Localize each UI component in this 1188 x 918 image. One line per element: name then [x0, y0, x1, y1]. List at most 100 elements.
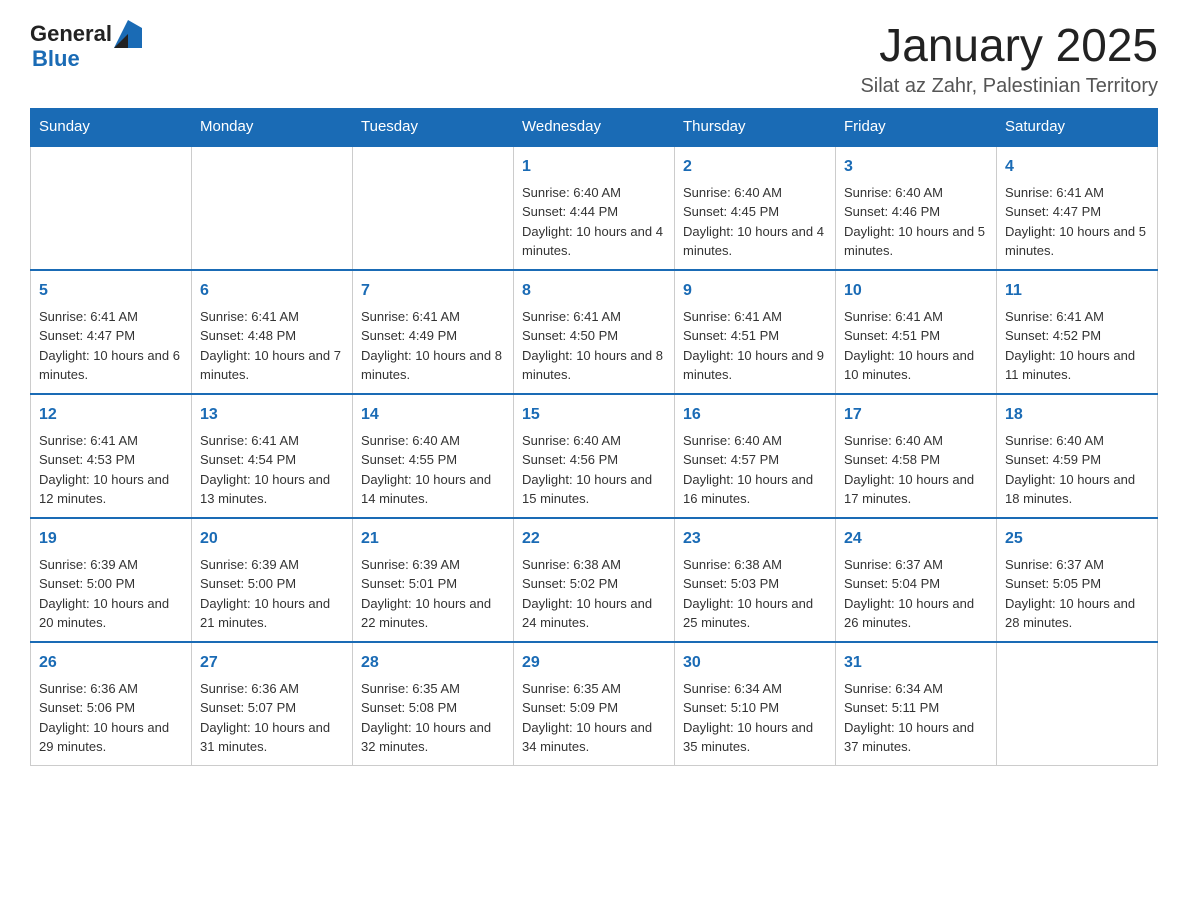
day-number: 20 — [200, 527, 344, 551]
calendar-cell: 28 Sunrise: 6:35 AM Sunset: 5:08 PM Dayli… — [353, 642, 514, 766]
day-info: Sunrise: 6:41 AM Sunset: 4:47 PM Dayligh… — [39, 307, 183, 385]
day-info: Sunrise: 6:40 AM Sunset: 4:56 PM Dayligh… — [522, 431, 666, 509]
calendar-cell: 6 Sunrise: 6:41 AM Sunset: 4:48 PM Daylig… — [192, 270, 353, 394]
day-info: Sunrise: 6:39 AM Sunset: 5:00 PM Dayligh… — [200, 555, 344, 633]
day-info: Sunrise: 6:41 AM Sunset: 4:51 PM Dayligh… — [844, 307, 988, 385]
calendar-cell: 5 Sunrise: 6:41 AM Sunset: 4:47 PM Daylig… — [31, 270, 192, 394]
day-number: 13 — [200, 403, 344, 427]
day-info: Sunrise: 6:41 AM Sunset: 4:50 PM Dayligh… — [522, 307, 666, 385]
day-info: Sunrise: 6:40 AM Sunset: 4:45 PM Dayligh… — [683, 183, 827, 261]
calendar-day-header: Monday — [192, 108, 353, 146]
calendar-cell: 3Sunrise: 6:40 AM Sunset: 4:46 PM Daylig… — [836, 146, 997, 270]
day-info: Sunrise: 6:37 AM Sunset: 5:04 PM Dayligh… — [844, 555, 988, 633]
title-section: January 2025 Silat az Zahr, Palestinian … — [860, 20, 1158, 98]
calendar-cell: 16 Sunrise: 6:40 AM Sunset: 4:57 PM Dayli… — [675, 394, 836, 518]
day-number: 25 — [1005, 527, 1149, 551]
calendar-cell — [31, 146, 192, 270]
logo-text-general: General — [30, 23, 112, 45]
day-number: 31 — [844, 651, 988, 675]
day-number: 12 — [39, 403, 183, 427]
day-number: 28 — [361, 651, 505, 675]
calendar-cell: 12Sunrise: 6:41 AM Sunset: 4:53 PM Dayli… — [31, 394, 192, 518]
calendar-table: SundayMondayTuesdayWednesdayThursdayFrid… — [30, 108, 1158, 766]
day-number: 1 — [522, 155, 666, 179]
day-number: 15 — [522, 403, 666, 427]
day-info: Sunrise: 6:37 AM Sunset: 5:05 PM Dayligh… — [1005, 555, 1149, 633]
day-number: 30 — [683, 651, 827, 675]
calendar-cell: 22Sunrise: 6:38 AM Sunset: 5:02 PM Dayli… — [514, 518, 675, 642]
day-info: Sunrise: 6:35 AM Sunset: 5:09 PM Dayligh… — [522, 679, 666, 757]
calendar-cell: 13 Sunrise: 6:41 AM Sunset: 4:54 PM Dayli… — [192, 394, 353, 518]
calendar-cell: 20 Sunrise: 6:39 AM Sunset: 5:00 PM Dayli… — [192, 518, 353, 642]
day-number: 5 — [39, 279, 183, 303]
day-number: 4 — [1005, 155, 1149, 179]
day-number: 11 — [1005, 279, 1149, 303]
calendar-week-row: 26Sunrise: 6:36 AM Sunset: 5:06 PM Dayli… — [31, 642, 1158, 766]
day-number: 22 — [522, 527, 666, 551]
day-info: Sunrise: 6:40 AM Sunset: 4:57 PM Dayligh… — [683, 431, 827, 509]
logo: General Blue — [30, 20, 142, 70]
logo-icon — [114, 20, 142, 48]
day-number: 2 — [683, 155, 827, 179]
calendar-day-header: Saturday — [997, 108, 1158, 146]
calendar-cell: 26Sunrise: 6:36 AM Sunset: 5:06 PM Dayli… — [31, 642, 192, 766]
calendar-cell: 10 Sunrise: 6:41 AM Sunset: 4:51 PM Dayli… — [836, 270, 997, 394]
day-info: Sunrise: 6:41 AM Sunset: 4:48 PM Dayligh… — [200, 307, 344, 385]
day-info: Sunrise: 6:39 AM Sunset: 5:00 PM Dayligh… — [39, 555, 183, 633]
calendar-cell — [353, 146, 514, 270]
calendar-week-row: 5 Sunrise: 6:41 AM Sunset: 4:47 PM Daylig… — [31, 270, 1158, 394]
calendar-cell: 19 Sunrise: 6:39 AM Sunset: 5:00 PM Dayli… — [31, 518, 192, 642]
day-number: 29 — [522, 651, 666, 675]
calendar-day-header: Wednesday — [514, 108, 675, 146]
calendar-cell: 14Sunrise: 6:40 AM Sunset: 4:55 PM Dayli… — [353, 394, 514, 518]
month-title: January 2025 — [860, 20, 1158, 71]
calendar-cell: 21 Sunrise: 6:39 AM Sunset: 5:01 PM Dayli… — [353, 518, 514, 642]
calendar-cell: 4 Sunrise: 6:41 AM Sunset: 4:47 PM Daylig… — [997, 146, 1158, 270]
calendar-cell: 9Sunrise: 6:41 AM Sunset: 4:51 PM Daylig… — [675, 270, 836, 394]
day-info: Sunrise: 6:41 AM Sunset: 4:54 PM Dayligh… — [200, 431, 344, 509]
calendar-cell: 2 Sunrise: 6:40 AM Sunset: 4:45 PM Daylig… — [675, 146, 836, 270]
day-number: 10 — [844, 279, 988, 303]
page-header: General Blue January 2025 Silat az Zahr,… — [30, 20, 1158, 98]
calendar-day-header: Thursday — [675, 108, 836, 146]
calendar-cell: 8 Sunrise: 6:41 AM Sunset: 4:50 PM Daylig… — [514, 270, 675, 394]
day-number: 24 — [844, 527, 988, 551]
calendar-cell: 1Sunrise: 6:40 AM Sunset: 4:44 PM Daylig… — [514, 146, 675, 270]
calendar-cell: 31 Sunrise: 6:34 AM Sunset: 5:11 PM Dayli… — [836, 642, 997, 766]
calendar-cell: 7 Sunrise: 6:41 AM Sunset: 4:49 PM Daylig… — [353, 270, 514, 394]
day-info: Sunrise: 6:36 AM Sunset: 5:07 PM Dayligh… — [200, 679, 344, 757]
calendar-day-header: Friday — [836, 108, 997, 146]
calendar-cell: 24 Sunrise: 6:37 AM Sunset: 5:04 PM Dayli… — [836, 518, 997, 642]
day-info: Sunrise: 6:34 AM Sunset: 5:10 PM Dayligh… — [683, 679, 827, 757]
day-info: Sunrise: 6:39 AM Sunset: 5:01 PM Dayligh… — [361, 555, 505, 633]
day-number: 21 — [361, 527, 505, 551]
calendar-cell: 30 Sunrise: 6:34 AM Sunset: 5:10 PM Dayli… — [675, 642, 836, 766]
day-number: 16 — [683, 403, 827, 427]
day-number: 18 — [1005, 403, 1149, 427]
day-number: 27 — [200, 651, 344, 675]
day-info: Sunrise: 6:35 AM Sunset: 5:08 PM Dayligh… — [361, 679, 505, 757]
day-info: Sunrise: 6:40 AM Sunset: 4:55 PM Dayligh… — [361, 431, 505, 509]
day-info: Sunrise: 6:40 AM Sunset: 4:59 PM Dayligh… — [1005, 431, 1149, 509]
day-number: 23 — [683, 527, 827, 551]
logo-text-blue: Blue — [32, 48, 142, 70]
day-info: Sunrise: 6:41 AM Sunset: 4:52 PM Dayligh… — [1005, 307, 1149, 385]
day-info: Sunrise: 6:41 AM Sunset: 4:47 PM Dayligh… — [1005, 183, 1149, 261]
calendar-week-row: 19 Sunrise: 6:39 AM Sunset: 5:00 PM Dayli… — [31, 518, 1158, 642]
calendar-header-row: SundayMondayTuesdayWednesdayThursdayFrid… — [31, 108, 1158, 146]
day-number: 8 — [522, 279, 666, 303]
day-number: 17 — [844, 403, 988, 427]
calendar-week-row: 1Sunrise: 6:40 AM Sunset: 4:44 PM Daylig… — [31, 146, 1158, 270]
day-info: Sunrise: 6:34 AM Sunset: 5:11 PM Dayligh… — [844, 679, 988, 757]
calendar-cell: 23Sunrise: 6:38 AM Sunset: 5:03 PM Dayli… — [675, 518, 836, 642]
calendar-cell: 11 Sunrise: 6:41 AM Sunset: 4:52 PM Dayli… — [997, 270, 1158, 394]
day-info: Sunrise: 6:41 AM Sunset: 4:49 PM Dayligh… — [361, 307, 505, 385]
day-number: 26 — [39, 651, 183, 675]
day-number: 9 — [683, 279, 827, 303]
day-number: 6 — [200, 279, 344, 303]
calendar-day-header: Tuesday — [353, 108, 514, 146]
day-number: 19 — [39, 527, 183, 551]
calendar-cell: 29 Sunrise: 6:35 AM Sunset: 5:09 PM Dayli… — [514, 642, 675, 766]
day-number: 7 — [361, 279, 505, 303]
calendar-cell: 15 Sunrise: 6:40 AM Sunset: 4:56 PM Dayli… — [514, 394, 675, 518]
